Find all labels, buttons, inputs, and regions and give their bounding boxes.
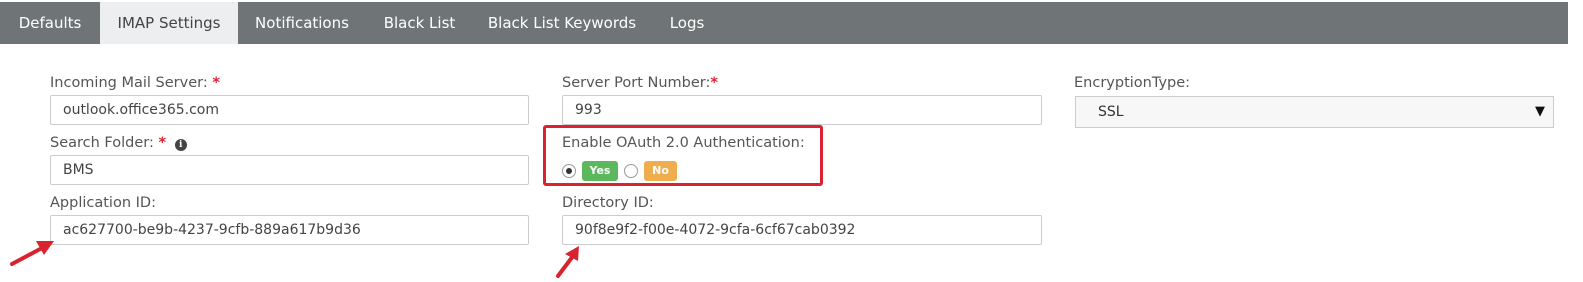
tab-defaults[interactable]: Defaults (0, 2, 100, 44)
required-marker: * (710, 75, 718, 91)
tab-black-list-keywords[interactable]: Black List Keywords (473, 2, 651, 44)
incoming-server-input[interactable]: outlook.office365.com (50, 95, 529, 125)
dropdown-arrow-icon: ▼ (1535, 104, 1545, 119)
tab-logs[interactable]: Logs (651, 2, 723, 44)
server-port-input[interactable]: 993 (562, 95, 1042, 125)
directory-id-label: Directory ID: (562, 195, 654, 211)
required-marker: * (212, 75, 220, 91)
tab-notifications[interactable]: Notifications (238, 2, 366, 44)
search-folder-input[interactable]: BMS (50, 155, 529, 185)
search-folder-label-text: Search Folder: (50, 135, 154, 151)
tab-black-list[interactable]: Black List (366, 2, 473, 44)
info-icon[interactable]: i (174, 139, 187, 151)
incoming-server-label: Incoming Mail Server: * (50, 75, 220, 91)
incoming-server-label-text: Incoming Mail Server: (50, 75, 208, 91)
application-id-label: Application ID: (50, 195, 156, 211)
encryption-type-label: EncryptionType: (1074, 75, 1191, 91)
encryption-type-select[interactable]: SSL ▼ (1075, 96, 1554, 128)
application-id-input[interactable]: ac627700-be9b-4237-9cfb-889a617b9d36 (50, 215, 529, 245)
annotation-arrow-application-id (10, 241, 54, 266)
encryption-type-selected: SSL (1098, 104, 1124, 120)
annotation-arrow-directory-id (556, 246, 579, 278)
server-port-label-text: Server Port Number: (562, 75, 711, 91)
tab-imap-settings[interactable]: IMAP Settings (100, 2, 238, 44)
server-port-label: Server Port Number:* (562, 75, 718, 91)
directory-id-input[interactable]: 90f8e9f2-f00e-4072-9cfa-6cf67cab0392 (562, 215, 1042, 245)
annotation-highlight-box (543, 125, 823, 186)
required-marker: * (158, 135, 167, 151)
search-folder-label: Search Folder: * i (50, 135, 187, 151)
tab-bar: Defaults IMAP Settings Notifications Bla… (0, 2, 1568, 44)
